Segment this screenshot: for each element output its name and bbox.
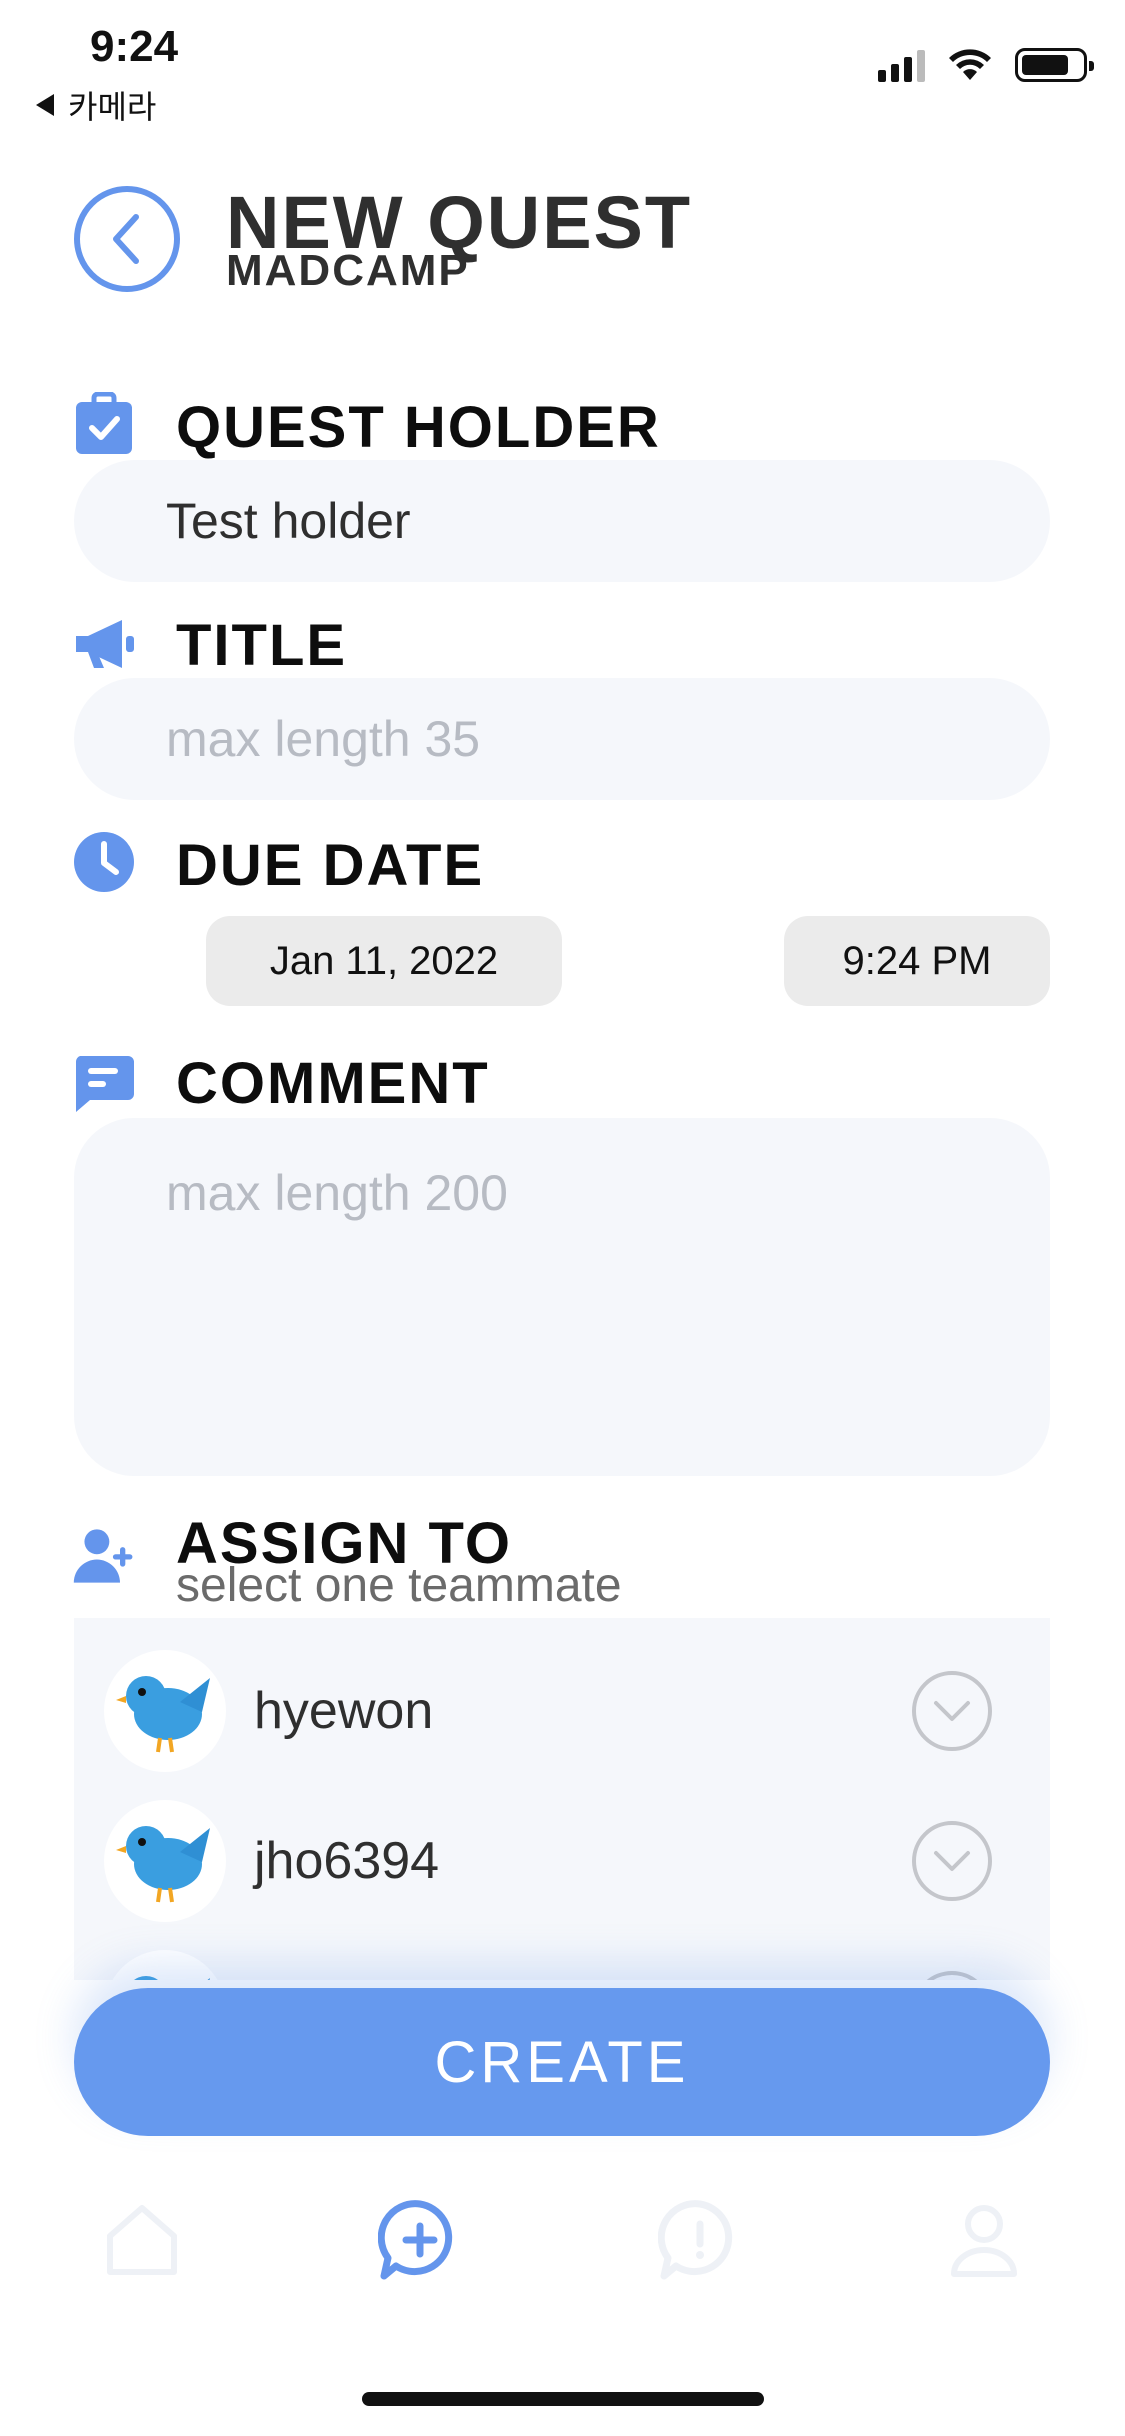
- back-triangle-icon: [36, 94, 54, 116]
- chat-alert-icon: [658, 2200, 733, 2280]
- back-app-label: 카메라: [68, 89, 157, 125]
- member-row[interactable]: jho6394: [74, 1786, 1050, 1936]
- home-indicator: [362, 2392, 764, 2406]
- chat-plus-icon: [378, 2200, 453, 2280]
- due-date-label: DUE DATE: [176, 833, 485, 898]
- megaphone-icon: [72, 612, 136, 676]
- quest-holder-field[interactable]: Test holder: [74, 460, 1050, 582]
- tab-profile[interactable]: [934, 2190, 1034, 2290]
- bluebird-avatar: [104, 1800, 226, 1922]
- chevron-left-icon: [113, 214, 139, 264]
- chevron-down-icon: [934, 1851, 970, 1871]
- select-member-button[interactable]: [912, 1671, 992, 1751]
- assign-to-sublabel: select one teammate: [176, 1559, 622, 1612]
- clock-icon: [72, 830, 136, 894]
- comment-icon: [72, 1052, 136, 1116]
- page-subtitle: MADCAMP: [226, 246, 470, 295]
- select-member-button[interactable]: [912, 1971, 992, 1980]
- comment-label: COMMENT: [176, 1051, 490, 1116]
- bluebird-avatar: [104, 1650, 226, 1772]
- battery-icon: [1015, 48, 1094, 82]
- member-name: jho6394: [254, 1832, 440, 1890]
- member-list[interactable]: hyewon jho6394: [74, 1618, 1050, 1980]
- tab-new-quest[interactable]: [370, 2190, 470, 2290]
- date-picker[interactable]: Jan 11, 2022: [206, 916, 562, 1006]
- status-indicators: [878, 48, 1094, 82]
- select-member-button[interactable]: [912, 1821, 992, 1901]
- clipboard-check-icon: [72, 392, 136, 456]
- title-label: TITLE: [176, 613, 348, 678]
- tab-quests[interactable]: [650, 2190, 750, 2290]
- status-time: 9:24: [90, 22, 179, 71]
- time-picker[interactable]: 9:24 PM: [784, 916, 1050, 1006]
- member-row[interactable]: jho6597: [74, 1936, 1050, 1980]
- member-row[interactable]: hyewon: [74, 1636, 1050, 1786]
- wifi-icon: [949, 49, 991, 80]
- member-name: hyewon: [254, 1682, 434, 1740]
- cellular-signal-icon: [878, 48, 925, 82]
- back-button[interactable]: [74, 186, 180, 292]
- user-plus-icon: [72, 1524, 136, 1588]
- tab-home[interactable]: [92, 2190, 192, 2290]
- title-input[interactable]: max length 35: [74, 678, 1050, 800]
- home-icon: [107, 2205, 177, 2275]
- bluebird-avatar: [104, 1950, 226, 1980]
- comment-textarea[interactable]: max length 200: [74, 1118, 1050, 1476]
- create-button[interactable]: CREATE: [74, 1988, 1050, 2136]
- quest-holder-label: QUEST HOLDER: [176, 395, 661, 460]
- back-to-app-link[interactable]: 카메라: [36, 82, 156, 128]
- chevron-down-icon: [934, 1701, 970, 1721]
- user-icon: [951, 2205, 1017, 2277]
